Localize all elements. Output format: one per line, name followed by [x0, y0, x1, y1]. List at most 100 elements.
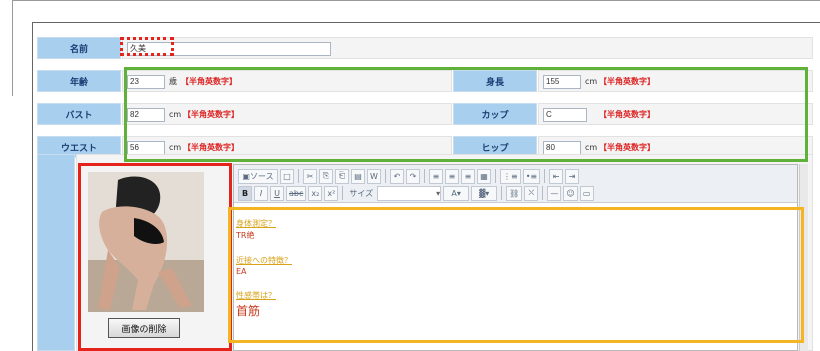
bg-color-button[interactable]: ▓▾ — [471, 185, 498, 201]
content-answer-3: 首筋 — [236, 304, 261, 318]
numbered-list-button[interactable]: ⋮≡ — [500, 168, 521, 184]
toolbar-separator — [501, 186, 503, 200]
bold-button[interactable]: B — [238, 185, 252, 201]
bulleted-list-button[interactable]: •≡ — [522, 168, 541, 184]
align-right-icon: ≡ — [464, 171, 472, 181]
toolbar-row-2: B I U abc x₂ x² サイズ ▾ A▾ ▓▾ ⛓ ⛌ — ☺ ▭ — [238, 185, 594, 201]
text-color-button[interactable]: A▾ — [443, 185, 470, 201]
paste-text-button[interactable]: ▤ — [351, 168, 365, 184]
unlink-icon: ⛌ — [528, 188, 535, 197]
cup-input[interactable]: C — [543, 108, 587, 122]
content-side-label — [37, 154, 75, 351]
waist-unit: cm — [169, 143, 182, 152]
editor-content-area[interactable]: 身体測定？ TR絶 近接への特徴？ EA 性感帯は？ 首筋 — [234, 204, 797, 350]
toolbar-separator — [542, 186, 544, 200]
text-color-icon: A▾ — [451, 188, 461, 198]
content-answer-1: TR絶 — [236, 231, 255, 240]
align-left-button[interactable]: ≡ — [429, 168, 443, 184]
undo-icon: ↶ — [393, 171, 401, 181]
profile-photo — [88, 172, 204, 312]
bust-hint: 【半角英数字】 — [183, 110, 239, 119]
rich-text-editor: ▣ ソース □ ✂ ⎘ ⎗ ▤ W ↶ ↷ ≡ ≡ ≡ ▦ ⋮≡ •≡ ⇤ ⇥ B… — [233, 164, 798, 351]
redo-button[interactable]: ↷ — [406, 168, 420, 184]
size-label: サイズ — [349, 188, 374, 198]
align-left-icon: ≡ — [432, 171, 440, 181]
justify-icon: ▦ — [480, 171, 488, 181]
age-hint: 【半角英数字】 — [181, 77, 237, 86]
paste-button[interactable]: ⎗ — [335, 168, 349, 184]
hip-input[interactable]: 80 — [543, 141, 581, 155]
paste-icon: ⎗ — [338, 171, 346, 180]
bg-color-icon: ▓▾ — [479, 188, 490, 198]
editor-scrollbar[interactable] — [799, 164, 808, 351]
height-input[interactable]: 155 — [543, 75, 581, 89]
height-unit: cm — [585, 77, 598, 86]
cut-button[interactable]: ✂ — [303, 168, 317, 184]
chevron-down-icon: ▾ — [436, 188, 441, 198]
horizontal-rule-button[interactable]: — — [547, 185, 562, 201]
link-button[interactable]: ⛓ — [506, 185, 523, 201]
horizontal-rule-icon: — — [550, 188, 559, 198]
content-question-1: 身体測定？ — [236, 219, 276, 228]
toolbar-separator — [385, 169, 386, 183]
age-input[interactable]: 23 — [127, 75, 165, 89]
justify-button[interactable]: ▦ — [477, 168, 491, 184]
bust-unit: cm — [169, 110, 182, 119]
smiley-icon: ☺ — [566, 188, 575, 198]
new-page-icon: □ — [283, 171, 291, 181]
frame-top-line — [12, 0, 820, 1]
underline-button[interactable]: U — [270, 185, 284, 201]
new-page-button[interactable]: □ — [280, 168, 294, 184]
age-label: 年齢 — [37, 70, 121, 92]
editor-toolbar: ▣ ソース □ ✂ ⎘ ⎗ ▤ W ↶ ↷ ≡ ≡ ≡ ▦ ⋮≡ •≡ ⇤ ⇥ B… — [234, 165, 797, 203]
outdent-button[interactable]: ⇤ — [549, 168, 564, 184]
align-center-icon: ≡ — [448, 171, 456, 181]
delete-image-button[interactable]: 画像の削除 — [108, 318, 180, 338]
paste-word-button[interactable]: W — [367, 168, 381, 184]
image-icon: ▭ — [582, 188, 591, 198]
toolbar-row-1: ▣ ソース □ ✂ ⎘ ⎗ ▤ W ↶ ↷ ≡ ≡ ≡ ▦ ⋮≡ •≡ ⇤ ⇥ — [238, 168, 580, 184]
unlink-button[interactable]: ⛌ — [524, 185, 539, 201]
waist-hint: 【半角英数字】 — [183, 143, 239, 152]
height-cell: 155 cm 【半角英数字】 — [538, 70, 813, 92]
align-right-button[interactable]: ≡ — [461, 168, 475, 184]
copy-icon: ⎘ — [322, 171, 330, 180]
toolbar-separator — [424, 169, 425, 183]
bust-input[interactable]: 82 — [127, 108, 165, 122]
cup-label: カップ — [453, 103, 537, 125]
source-button[interactable]: ▣ ソース — [238, 168, 278, 184]
superscript-button[interactable]: x² — [324, 185, 339, 201]
name-cell: 久美 — [122, 37, 813, 59]
numbered-list-icon: ⋮≡ — [503, 171, 518, 181]
undo-button[interactable]: ↶ — [390, 168, 404, 184]
link-icon: ⛓ — [509, 188, 520, 198]
strike-button[interactable]: abc — [286, 185, 307, 201]
name-row: 名前 久美 — [37, 37, 813, 59]
bust-cup-row: バスト 82 cm 【半角英数字】 カップ C 【半角英数字】 — [37, 103, 813, 125]
outdent-icon: ⇤ — [552, 171, 560, 181]
source-icon: ▣ — [242, 171, 250, 181]
waist-input[interactable]: 56 — [127, 141, 165, 155]
indent-button[interactable]: ⇥ — [565, 168, 580, 184]
image-button[interactable]: ▭ — [579, 185, 594, 201]
paste-word-icon: W — [370, 171, 378, 181]
copy-button[interactable]: ⎘ — [319, 168, 333, 184]
name-input[interactable]: 久美 — [127, 42, 331, 56]
align-center-button[interactable]: ≡ — [445, 168, 459, 184]
hip-unit: cm — [585, 143, 598, 152]
photo-figure-image — [88, 172, 204, 312]
content-question-2: 近接への特徴？ — [236, 256, 292, 265]
cup-hint: 【半角英数字】 — [599, 110, 655, 119]
height-label: 身長 — [453, 70, 537, 92]
height-hint: 【半角英数字】 — [599, 77, 655, 86]
italic-button[interactable]: I — [254, 185, 268, 201]
redo-icon: ↷ — [409, 171, 417, 181]
bust-cell: 82 cm 【半角英数字】 — [122, 103, 452, 125]
toolbar-separator — [544, 169, 546, 183]
toolbar-separator — [495, 169, 496, 183]
subscript-button[interactable]: x₂ — [308, 185, 323, 201]
smiley-button[interactable]: ☺ — [563, 185, 578, 201]
size-select[interactable]: ▾ — [377, 185, 442, 201]
bulleted-list-icon: •≡ — [525, 171, 538, 181]
age-unit: 歳 — [169, 77, 177, 86]
